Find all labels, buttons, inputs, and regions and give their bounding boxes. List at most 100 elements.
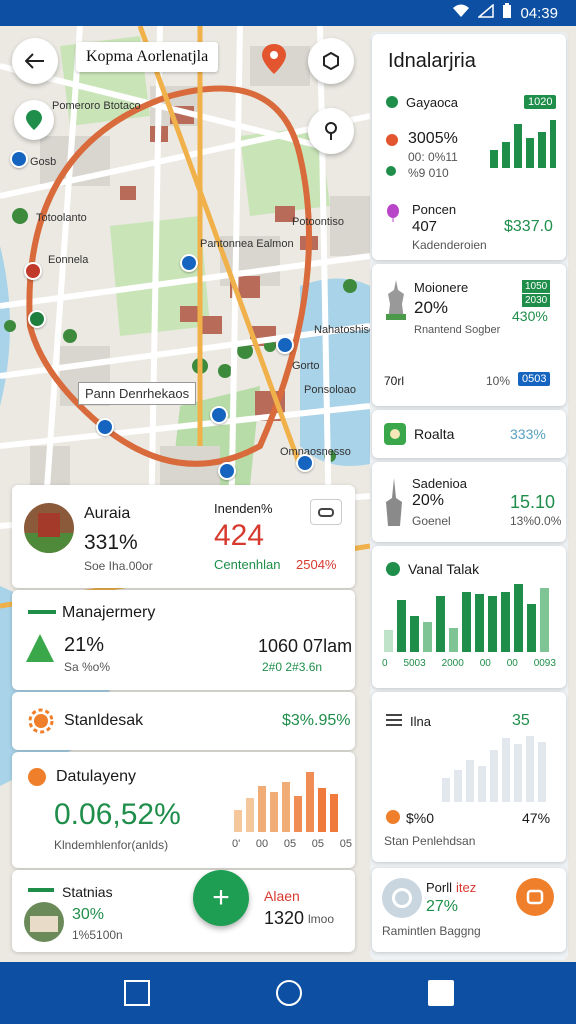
chart-bar [397, 600, 406, 652]
card-percent: 21% [64, 634, 105, 656]
card-red-value: 2504% [296, 557, 337, 572]
location-icon [325, 122, 337, 140]
link-icon[interactable] [310, 499, 342, 525]
map-pin-icon[interactable] [180, 254, 198, 272]
card-sub: Sa %o% [64, 660, 111, 674]
card-big-value: 0.06,52% [54, 798, 181, 831]
stat-card-daily[interactable]: Datulayeny 0.06,52% Klndemhlenfor(anlds)… [12, 752, 355, 868]
mini-bar-chart [490, 118, 556, 168]
map-label: Gorto [292, 360, 320, 372]
panel-card-overview[interactable]: Idnalarjria Gayaoca 1020 3005% 00: 0%11 … [372, 34, 566, 260]
shield-icon [386, 562, 400, 576]
recents-button[interactable] [124, 980, 150, 1006]
clock-time: 04:39 [520, 4, 558, 22]
back-nav-button[interactable] [428, 980, 454, 1006]
panel-card-ilna[interactable]: Ilna 35 $%0 47% Stan Penlehdsan [372, 692, 566, 862]
chart-axis: 0 5003 2000 00 00 0093 [382, 658, 556, 669]
chart-bar [514, 124, 522, 168]
pin-button[interactable] [14, 100, 54, 140]
chart-bar [488, 596, 497, 652]
locate-button[interactable] [308, 108, 354, 154]
chart-bar [478, 766, 486, 802]
marker-label[interactable]: Pann Denrhekaos [78, 382, 197, 405]
map-pin-icon [26, 110, 42, 130]
wifi-icon [452, 4, 470, 22]
chart-bar [490, 150, 498, 168]
add-button[interactable]: + [193, 870, 249, 926]
chart-bar [475, 594, 484, 652]
chart-bar [502, 738, 510, 802]
location-marker-icon[interactable] [262, 44, 286, 74]
stat-card-standard[interactable]: Stanldesak $3%.95% [12, 692, 355, 750]
section-name: Vanal Talak [408, 561, 480, 577]
section-percent-2: 430% [512, 308, 548, 324]
map-label: Eonnela [48, 254, 89, 266]
section-sub: Kadenderoien [412, 238, 487, 252]
chart-bar [410, 616, 419, 652]
section-left: 70rl [384, 374, 405, 388]
section-sub: Ramintlen Baggng [382, 924, 481, 938]
card-title: Manajermery [62, 604, 156, 621]
layers-button[interactable] [308, 38, 354, 84]
map-pin-icon[interactable] [210, 406, 228, 424]
axis-tick: 00 [479, 658, 491, 669]
panel-title: Idnalarjria [388, 50, 476, 72]
chart-bar [540, 588, 549, 652]
chart-bar [436, 596, 445, 652]
map-pin-icon[interactable] [218, 462, 236, 480]
card-value: 1320 [264, 908, 305, 928]
chart-bar [526, 736, 534, 802]
chart-bar [234, 810, 242, 832]
section-name: Roalta [414, 426, 455, 442]
tower-icon [384, 478, 404, 526]
panel-card-sadenioa[interactable]: Sadenioa 20% Goenel 15.10 13%0.0% [372, 462, 566, 542]
section-badge: 0503 [518, 372, 551, 386]
map-pin-icon[interactable] [96, 418, 114, 436]
section-percent: 3005% [408, 130, 458, 147]
chart-axis: 0' 00 05 05 05 [232, 838, 352, 850]
chart-bar [282, 782, 290, 832]
card-sub: Soe Iha.00or [84, 559, 153, 573]
map-pin-icon[interactable] [276, 336, 294, 354]
axis-tick: 05 [283, 838, 297, 850]
status-bar: 04:39 [0, 0, 576, 26]
map-pin-icon[interactable] [10, 150, 28, 168]
section-line: 00: 0%11 [408, 150, 458, 164]
axis-tick: 00 [506, 658, 518, 669]
panel-card-vanal-talak[interactable]: Vanal Talak 0 5003 2000 00 00 0093 [372, 546, 566, 688]
section-name: Poncen [412, 202, 457, 217]
arrow-left-icon [25, 53, 44, 69]
chart-bar [502, 142, 510, 168]
section-tag: itez [456, 880, 477, 895]
axis-tick: 0' [232, 838, 241, 850]
action-button[interactable] [516, 878, 554, 916]
menu-icon[interactable] [386, 714, 402, 726]
chart-bar [514, 584, 523, 652]
chart-bar [454, 770, 462, 802]
map-pin-icon[interactable] [24, 262, 42, 280]
home-button[interactable] [276, 980, 302, 1006]
back-button[interactable] [12, 38, 58, 84]
map-label: Nahatoshiso [314, 324, 376, 336]
chart-bar [462, 592, 471, 652]
card-value: $3%.95% [282, 712, 351, 729]
stat-card-auraia[interactable]: Auraia 331% Soe Iha.00or Inenden% 424 Ce… [12, 485, 355, 588]
chart-bar [538, 132, 546, 168]
stat-card-statistics[interactable]: Statnias 30% 1%5100n Alaen 1320 lmoo [12, 870, 355, 952]
map-pin-icon[interactable] [28, 310, 46, 328]
bar-chart [382, 584, 556, 652]
minus-icon [28, 888, 54, 892]
chart-bar [306, 772, 314, 832]
panel-card-roalta[interactable]: Roalta 333% [372, 410, 566, 458]
section-sub: Goenel [412, 514, 451, 528]
chart-bar [538, 742, 546, 802]
section-value: 407 [412, 218, 438, 235]
panel-card-porll[interactable]: Porll itez 27% Ramintlen Baggng [372, 868, 566, 952]
balloon-icon [386, 204, 400, 222]
chart-bar [384, 630, 393, 652]
chart-bar [246, 798, 254, 832]
map-pin-icon[interactable] [296, 454, 314, 472]
chart-bar [550, 120, 556, 168]
stat-card-management[interactable]: Manajermery 21% Sa %o% 1060 07lam 2#0 2#… [12, 590, 355, 690]
panel-card-moionere[interactable]: Moionere 20% 1050 2030 430% Rnantend Sog… [372, 264, 566, 406]
